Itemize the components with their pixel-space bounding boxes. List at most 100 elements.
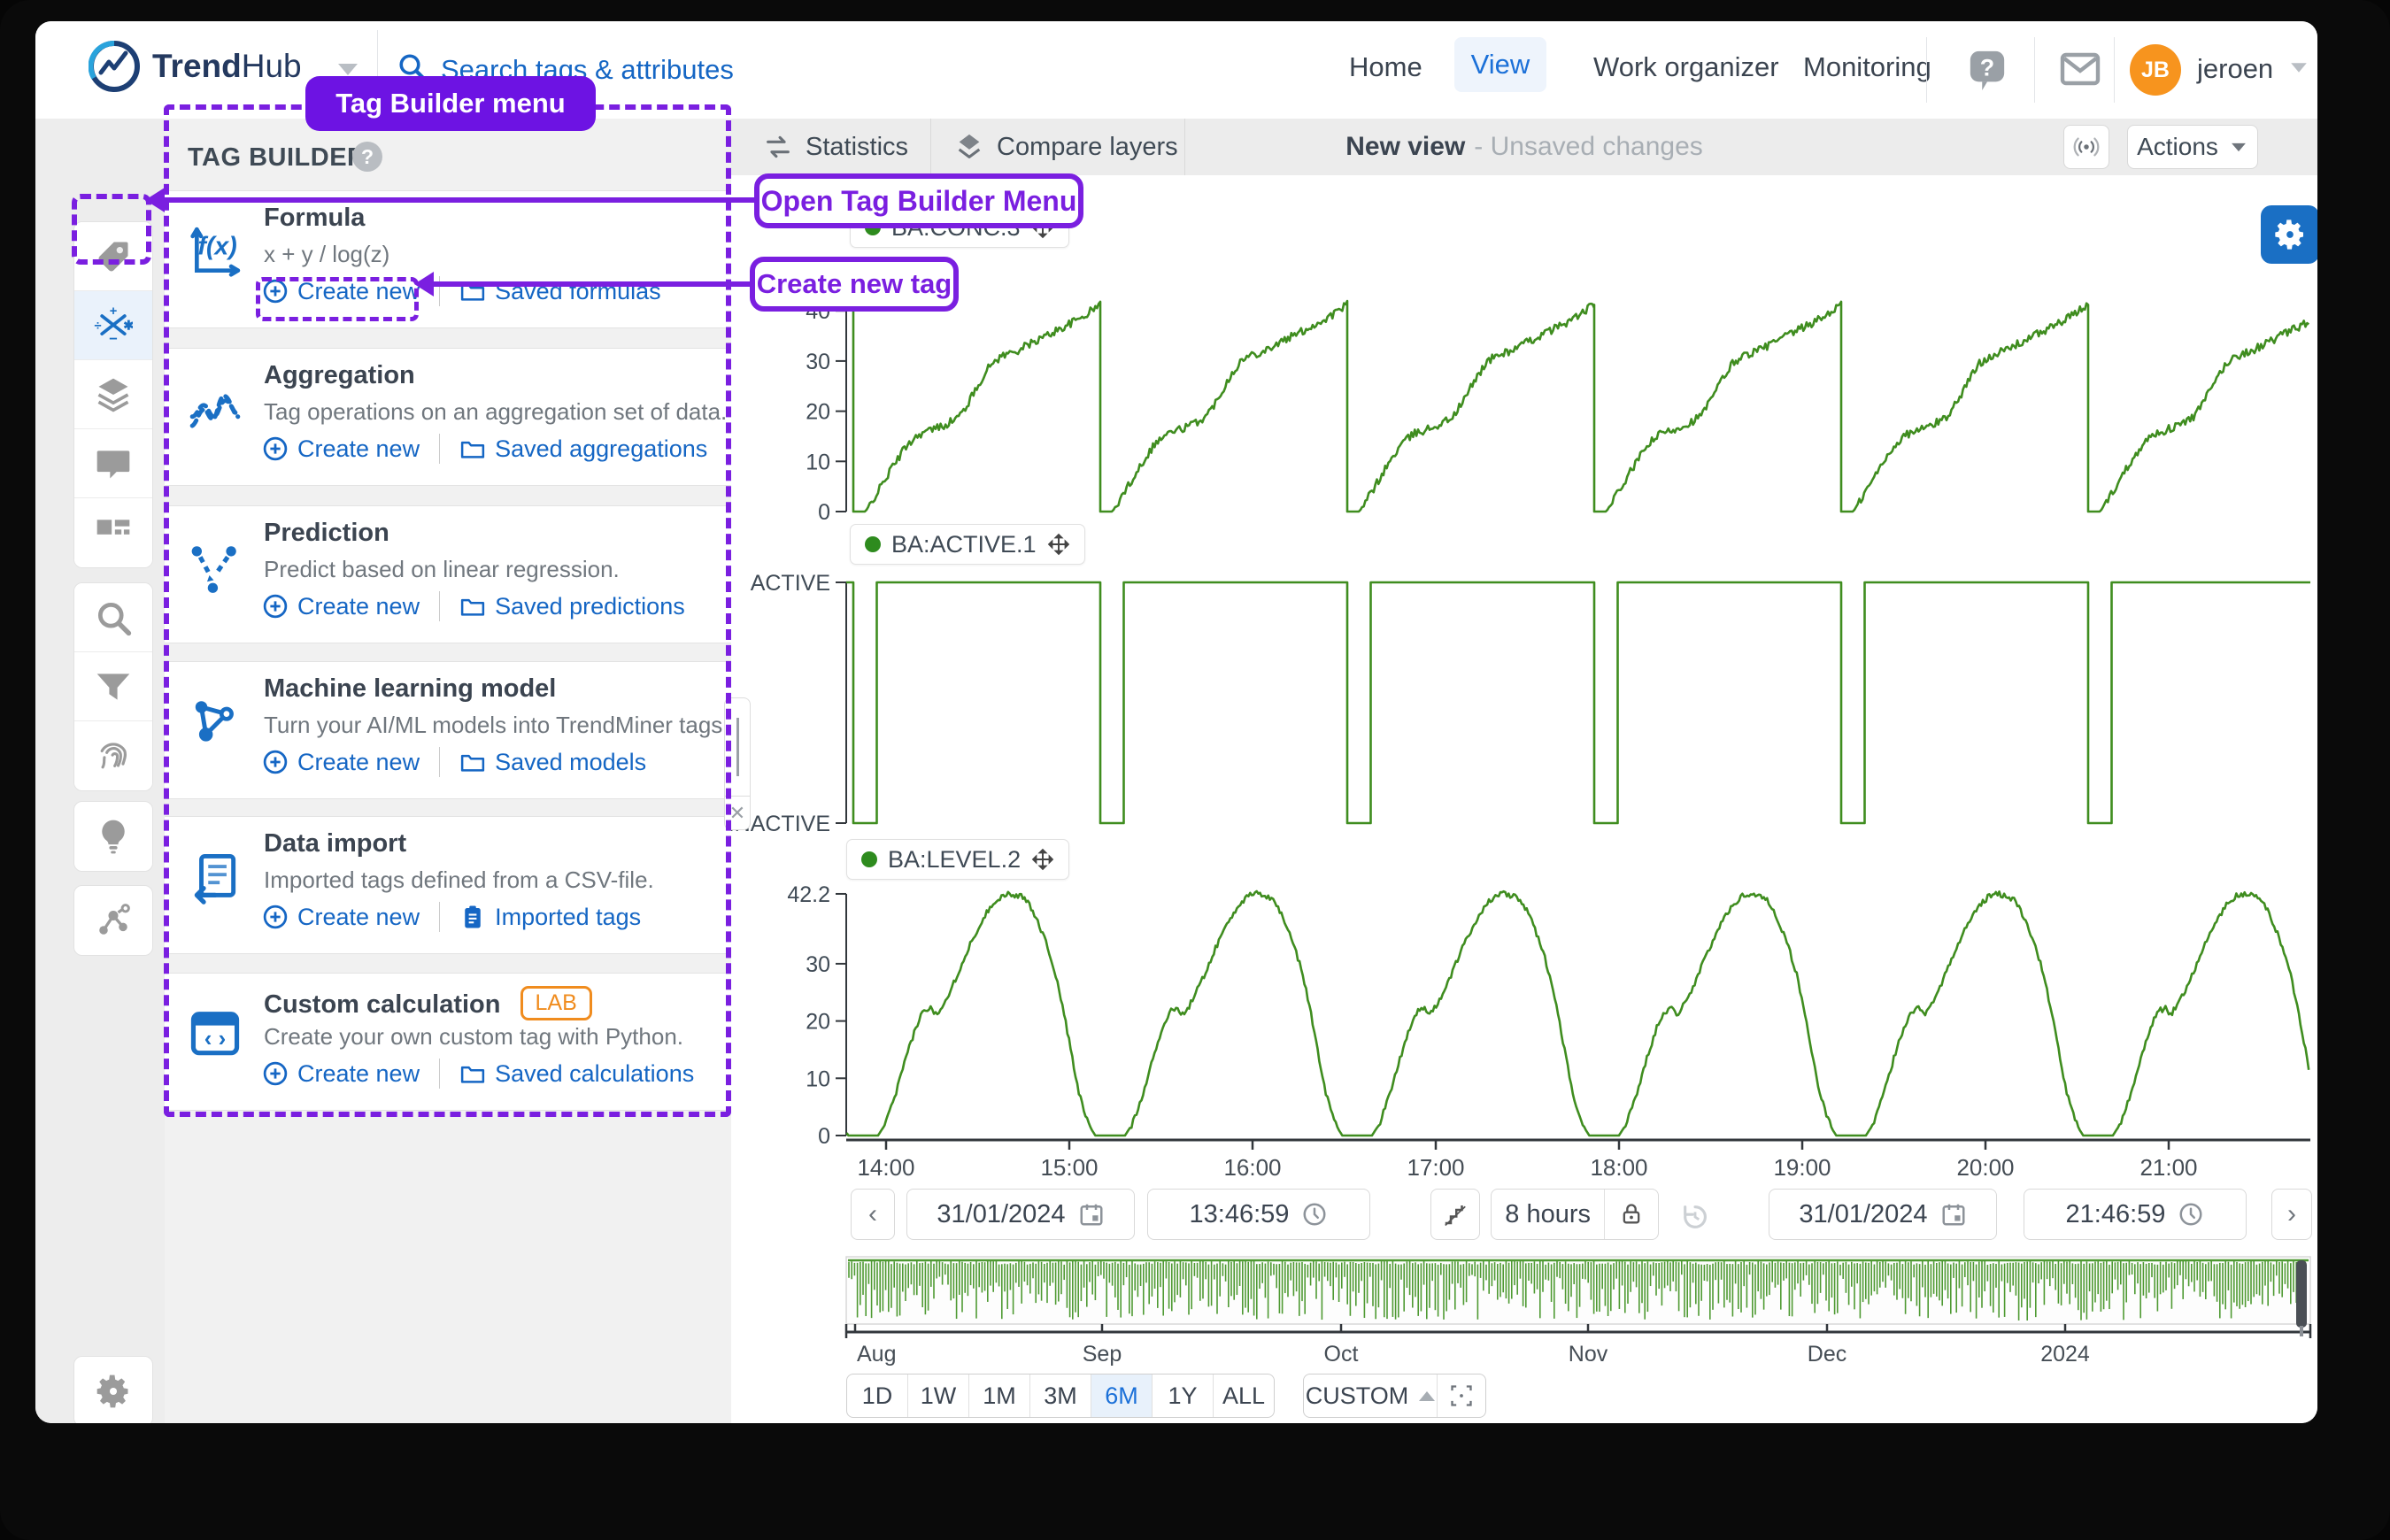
ml-model-create-new-link[interactable]: Create new (262, 749, 420, 776)
svg-text:?: ? (1980, 55, 1994, 81)
sidebar-item-comment[interactable] (74, 429, 152, 498)
panel-section-aggregation: AggregationTag operations on an aggregat… (165, 348, 731, 486)
pan-left-button[interactable]: ‹ (851, 1189, 895, 1240)
pan-right-button[interactable]: › (2271, 1189, 2312, 1240)
svg-text:0: 0 (818, 1124, 830, 1149)
comment-icon (94, 444, 133, 483)
move-icon[interactable] (1031, 848, 1054, 871)
plus-icon (262, 1060, 289, 1087)
sidebar-item-tag-builder[interactable]: + −÷ ✱ (74, 291, 152, 360)
panel-section-formula: f(x)Formulax + y / log(z)Create newSaved… (165, 190, 731, 328)
end-time-field[interactable]: 21:46:59 (2024, 1189, 2247, 1240)
start-date-field[interactable]: 31/01/2024 (906, 1189, 1135, 1240)
nav-monitoring[interactable]: Monitoring (1803, 51, 1931, 83)
data-import-saved-link[interactable]: Imported tags (459, 904, 641, 931)
svg-text:f(x): f(x) (197, 233, 236, 261)
folder-icon (459, 593, 486, 620)
svg-text:20: 20 (806, 400, 830, 425)
sidebar-item-fingerprint[interactable] (74, 721, 152, 790)
chart-settings-button[interactable] (2261, 205, 2317, 264)
sidebar-item-search[interactable] (74, 583, 152, 652)
layers-diamond-icon (954, 132, 984, 162)
panel-help-icon[interactable]: ? (352, 142, 382, 172)
ml-model-saved-link[interactable]: Saved models (459, 749, 646, 776)
sidebar-item-layers[interactable] (74, 360, 152, 429)
zoom-range-all[interactable]: ALL (1214, 1374, 1274, 1417)
sidebar-item-tag[interactable] (74, 222, 152, 291)
nav-work-organizer[interactable]: Work organizer (1593, 51, 1779, 83)
svg-text:Dec: Dec (1808, 1342, 1846, 1367)
prediction-saved-link[interactable]: Saved predictions (459, 593, 685, 620)
svg-text:Nov: Nov (1569, 1342, 1608, 1367)
zoom-range-1d[interactable]: 1D (847, 1374, 908, 1417)
tag-builder-icon: + −÷ ✱ (94, 306, 133, 345)
zoom-range-1y[interactable]: 1Y (1153, 1374, 1214, 1417)
tag-chip-active[interactable]: BA:ACTIVE.1 (850, 524, 1085, 565)
panel-collapse-icon[interactable]: ✕ (724, 797, 751, 830)
statistics-button[interactable]: Statistics (763, 119, 908, 175)
sidebar-item-node-graph[interactable] (74, 886, 152, 955)
zoom-range-6m[interactable]: 6M (1091, 1374, 1153, 1417)
actions-button[interactable]: Actions (2127, 125, 2258, 169)
svg-text:✱: ✱ (123, 319, 133, 333)
svg-text:+: + (110, 306, 118, 319)
user-chevron-down-icon[interactable] (2291, 63, 2307, 72)
compare-layers-button[interactable]: Compare layers (954, 119, 1178, 175)
aggregation-create-new-link[interactable]: Create new (262, 435, 420, 463)
svg-text:10: 10 (806, 1066, 830, 1091)
section-description: Turn your AI/ML models into TrendMiner t… (264, 712, 729, 739)
svg-text:÷: ÷ (95, 319, 102, 333)
plus-icon (262, 749, 289, 775)
svg-text:ACTIVE: ACTIVE (751, 571, 830, 596)
create-new-tag-callout: Create new tag (750, 257, 959, 312)
duration-field[interactable]: 8 hours (1492, 1190, 1604, 1239)
avatar[interactable]: JB (2130, 44, 2181, 96)
trendhub-logo-icon[interactable] (89, 41, 140, 92)
end-date-field[interactable]: 31/01/2024 (1769, 1189, 1997, 1240)
svg-text:30: 30 (806, 350, 830, 374)
logo-chevron-down-icon[interactable] (338, 64, 358, 75)
clock-icon (1301, 1201, 1328, 1228)
section-description: Create your own custom tag with Python. (264, 1023, 683, 1051)
tag-chip-level[interactable]: BA:LEVEL.2 (846, 839, 1069, 880)
history-button[interactable] (1671, 1191, 1719, 1243)
sidebar-item-lightbulb[interactable] (74, 802, 152, 871)
panel-resize-handle[interactable]: ✕ (724, 697, 751, 830)
help-icon[interactable]: ? (1967, 48, 2008, 92)
zoom-range-1w[interactable]: 1W (908, 1374, 969, 1417)
nav-view[interactable]: View (1454, 37, 1546, 92)
svg-text:−: − (109, 331, 118, 345)
start-time-field[interactable]: 13:46:59 (1147, 1189, 1370, 1240)
tag-builder-menu-tooltip: Tag Builder menu (305, 76, 596, 131)
custom-range-button[interactable]: CUSTOM (1304, 1374, 1438, 1417)
resolution-button[interactable] (1430, 1189, 1480, 1240)
prediction-create-new-link[interactable]: Create new (262, 593, 420, 620)
mail-icon[interactable] (2059, 50, 2101, 89)
nav-home[interactable]: Home (1349, 51, 1422, 83)
zoom-range-3m[interactable]: 3M (1030, 1374, 1091, 1417)
zoom-range-1m[interactable]: 1M (969, 1374, 1030, 1417)
zoom-range-bar: 1D1W1M3M6M1YALL CUSTOM (846, 1374, 1486, 1418)
custom-calculation-saved-link[interactable]: Saved calculations (459, 1060, 694, 1088)
formula-create-new-link[interactable]: Create new (262, 278, 420, 305)
sidebar-item-settings[interactable] (74, 1357, 152, 1423)
data-import-create-new-link[interactable]: Create new (262, 904, 420, 931)
move-icon[interactable] (1047, 533, 1070, 556)
gear-icon (2272, 217, 2308, 252)
fx-icon: f(x) (188, 221, 243, 283)
toolbar-divider (1184, 119, 1185, 175)
user-name[interactable]: jeroen (2197, 53, 2273, 85)
custom-calculation-create-new-link[interactable]: Create new (262, 1060, 420, 1088)
sidebar-item-dashboard[interactable] (74, 498, 152, 567)
duration-group: 8 hours (1491, 1189, 1659, 1240)
svg-text:20: 20 (806, 1010, 830, 1035)
overview-scroll-handle[interactable] (2296, 1260, 2307, 1328)
svg-text:10: 10 (806, 450, 830, 474)
lab-badge: LAB (520, 986, 592, 1020)
panel-drag-handle[interactable] (724, 697, 751, 797)
focus-range-button[interactable] (1438, 1374, 1485, 1417)
broadcast-button[interactable] (2063, 125, 2109, 169)
sidebar-item-filter[interactable] (74, 652, 152, 721)
lock-duration-button[interactable] (1605, 1190, 1658, 1239)
aggregation-saved-link[interactable]: Saved aggregations (459, 435, 707, 463)
